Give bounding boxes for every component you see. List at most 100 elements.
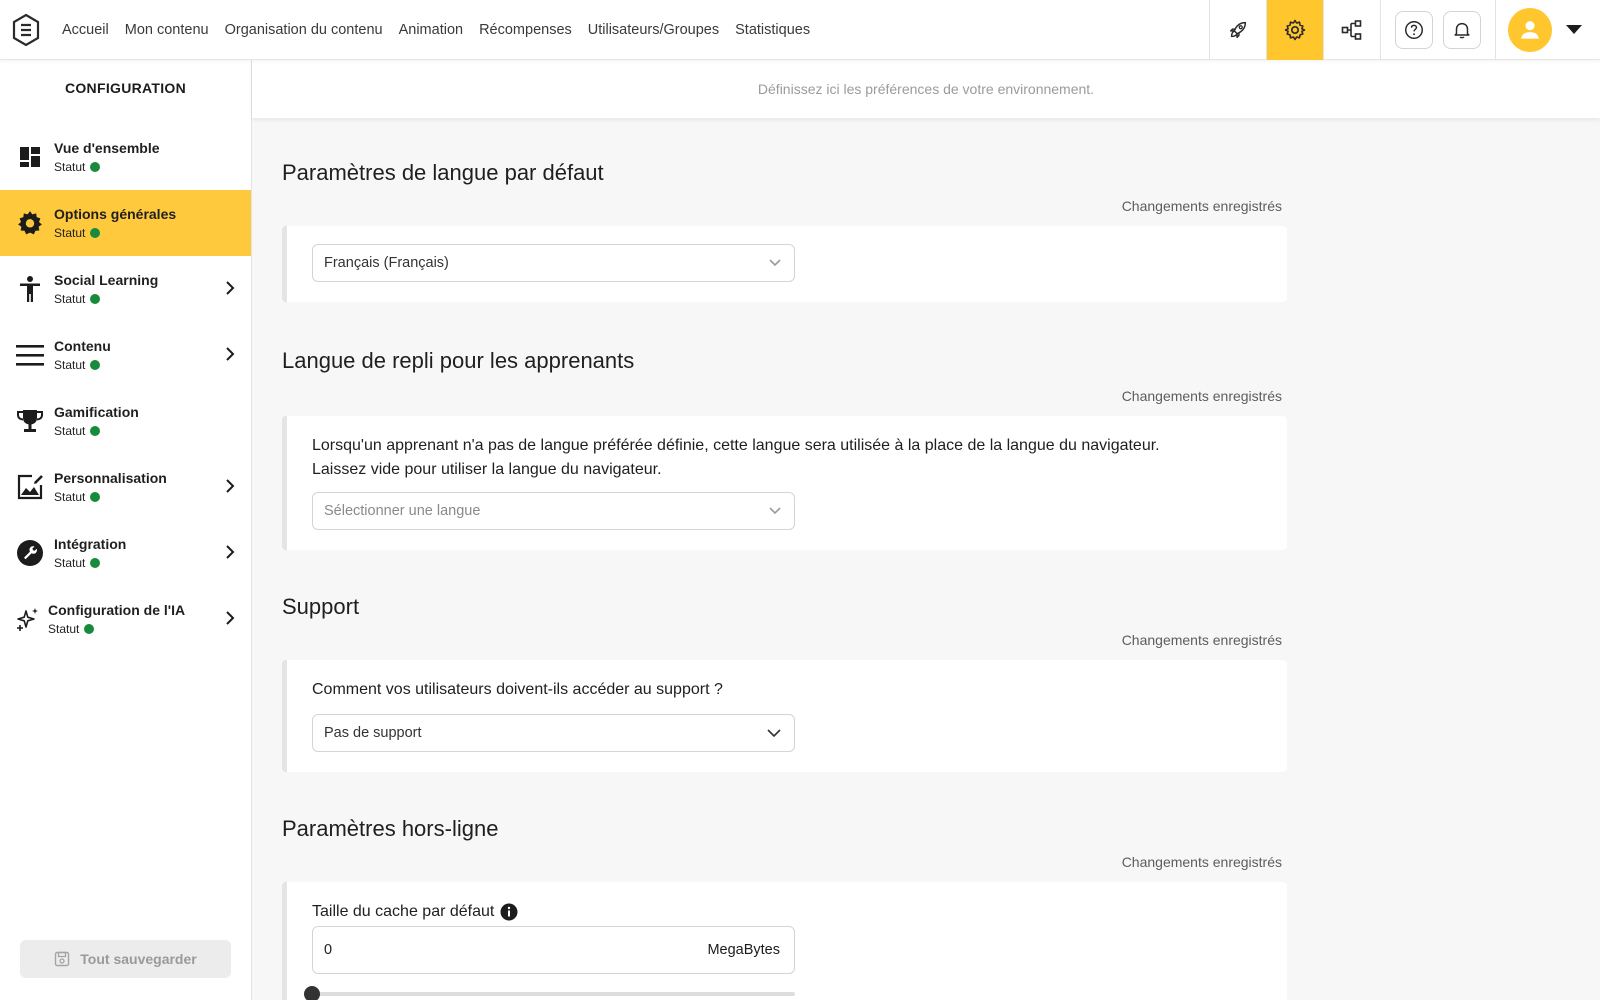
sidebar-item-label: Options générales <box>54 206 177 222</box>
status-dot <box>90 558 101 568</box>
section-fallback-language: Langue de repli pour les apprenants Chan… <box>282 348 1287 550</box>
fallback-description-line2: Laissez vide pour utiliser la langue du … <box>312 461 662 478</box>
support-question: Comment vos utilisateurs doivent-ils acc… <box>312 681 723 698</box>
cache-size-value: 0 <box>324 942 333 958</box>
sidebar-item-personnalisation[interactable]: Personnalisation Statut <box>0 454 251 520</box>
fallback-language-card: Lorsqu'un apprenant n'a pas de langue pr… <box>282 416 1287 550</box>
gear-icon <box>14 207 46 239</box>
status-indicator: Statut <box>54 292 158 306</box>
sidebar-item-label: Social Learning <box>54 272 159 288</box>
nav-statistiques[interactable]: Statistiques <box>727 0 818 60</box>
section-title: Support <box>282 594 360 619</box>
main-nav: Accueil Mon contenu Organisation du cont… <box>54 0 818 60</box>
user-avatar-icon[interactable] <box>1508 8 1552 52</box>
status-label: Statut <box>54 160 86 174</box>
offline-card: Taille du cache par défaut 0 MegaBytes <box>282 882 1287 1000</box>
help-button[interactable] <box>1395 11 1433 49</box>
status-dot <box>84 624 95 634</box>
main-content: Paramètres de langue par défaut Changeme… <box>252 118 1600 1000</box>
nav-organisation-contenu[interactable]: Organisation du contenu <box>217 0 391 60</box>
select-value: Français (Français) <box>324 255 449 271</box>
launch-button[interactable] <box>1209 0 1266 60</box>
user-menu[interactable] <box>1495 0 1600 60</box>
status-dot <box>90 492 101 502</box>
sidebar-item-options-generales[interactable]: Options générales Statut <box>0 190 251 256</box>
sidebar-title: CONFIGURATION <box>64 80 187 96</box>
nav-utilisateurs-groupes[interactable]: Utilisateurs/Groupes <box>580 0 727 60</box>
section-title: Langue de repli pour les apprenants <box>282 348 635 373</box>
status-indicator: Statut <box>54 556 126 570</box>
saved-status: Changements enregistrés <box>1121 632 1282 648</box>
nav-animation[interactable]: Animation <box>391 0 471 60</box>
info-icon[interactable] <box>500 903 518 921</box>
bell-icon <box>1454 22 1470 39</box>
sidebar-item-contenu[interactable]: Contenu Statut <box>0 322 251 388</box>
chevron-down-icon <box>767 729 781 738</box>
default-language-card: Français (Français) <box>282 226 1287 302</box>
section-support: Support Changements enregistrés Comment … <box>282 594 1287 772</box>
select-value: Pas de support <box>324 725 422 741</box>
sidebar-item-configuration-ia[interactable]: Configuration de l'IA Statut <box>0 586 251 652</box>
status-label: Statut <box>54 292 86 306</box>
nav-accueil[interactable]: Accueil <box>54 0 117 60</box>
cache-size-unit: MegaBytes <box>707 942 780 958</box>
support-card: Comment vos utilisateurs doivent-ils acc… <box>282 660 1287 772</box>
section-title: Paramètres hors-ligne <box>282 816 499 841</box>
sidebar-item-gamification[interactable]: Gamification Statut <box>0 388 251 454</box>
hierarchy-icon <box>1341 20 1362 40</box>
slider-handle[interactable] <box>304 986 320 1000</box>
status-label: Statut <box>54 490 86 504</box>
hierarchy-button[interactable] <box>1323 0 1380 60</box>
status-indicator: Statut <box>54 424 139 438</box>
status-label: Statut <box>54 358 86 372</box>
caret-down-icon[interactable] <box>1566 25 1582 35</box>
save-all-label: Tout sauvegarder <box>80 951 197 967</box>
chevron-right-icon <box>226 479 235 493</box>
cache-size-input[interactable]: 0 MegaBytes <box>312 926 795 974</box>
status-indicator: Statut <box>54 358 111 372</box>
nav-mon-contenu[interactable]: Mon contenu <box>117 0 217 60</box>
sidebar-item-integration[interactable]: Intégration Statut <box>0 520 251 586</box>
status-dot <box>90 162 101 172</box>
chevron-right-icon <box>226 611 235 625</box>
saved-status: Changements enregistrés <box>1121 854 1282 870</box>
chevron-right-icon <box>226 545 235 559</box>
wrench-icon <box>14 537 46 569</box>
status-indicator: Statut <box>54 160 160 174</box>
notifications-button[interactable] <box>1443 11 1481 49</box>
save-all-button[interactable]: Tout sauvegarder <box>20 940 231 978</box>
sidebar-item-label: Vue d'ensemble <box>54 140 160 156</box>
default-language-select[interactable]: Français (Français) <box>312 244 795 282</box>
chevron-down-icon <box>769 259 781 267</box>
top-right-tools <box>1209 0 1600 60</box>
sidebar-item-social-learning[interactable]: Social Learning Statut <box>0 256 251 322</box>
settings-button[interactable] <box>1266 0 1323 60</box>
app-logo[interactable] <box>2 0 50 60</box>
status-label: Statut <box>54 556 86 570</box>
logo-icon <box>12 13 40 46</box>
fallback-language-select[interactable]: Sélectionner une langue <box>312 492 795 530</box>
sidebar-item-vue-ensemble[interactable]: Vue d'ensemble Statut <box>0 124 251 190</box>
menu-lines-icon <box>14 339 46 371</box>
status-indicator: Statut <box>54 490 167 504</box>
sidebar-item-label: Contenu <box>54 338 111 354</box>
status-indicator: Statut <box>54 226 176 240</box>
status-indicator: Statut <box>48 622 185 636</box>
nav-recompenses[interactable]: Récompenses <box>471 0 580 60</box>
chevron-right-icon <box>226 281 235 295</box>
status-dot <box>90 360 101 370</box>
cache-size-slider[interactable] <box>304 986 795 1000</box>
cache-size-label: Taille du cache par défaut <box>312 903 495 920</box>
dashboard-icon <box>14 141 46 173</box>
top-bar: Accueil Mon contenu Organisation du cont… <box>0 0 1600 60</box>
saved-status: Changements enregistrés <box>1121 388 1282 404</box>
cache-size-label-row: Taille du cache par défaut <box>312 900 518 924</box>
status-dot <box>90 426 101 436</box>
sparkle-icon <box>14 603 42 635</box>
sidebar-item-label: Gamification <box>54 404 139 420</box>
fallback-description-line1: Lorsqu'un apprenant n'a pas de langue pr… <box>312 437 1160 454</box>
trophy-icon <box>14 405 46 437</box>
support-select[interactable]: Pas de support <box>312 714 795 752</box>
sidebar-item-label: Configuration de l'IA <box>48 602 186 618</box>
sidebar-item-label: Personnalisation <box>54 470 167 486</box>
